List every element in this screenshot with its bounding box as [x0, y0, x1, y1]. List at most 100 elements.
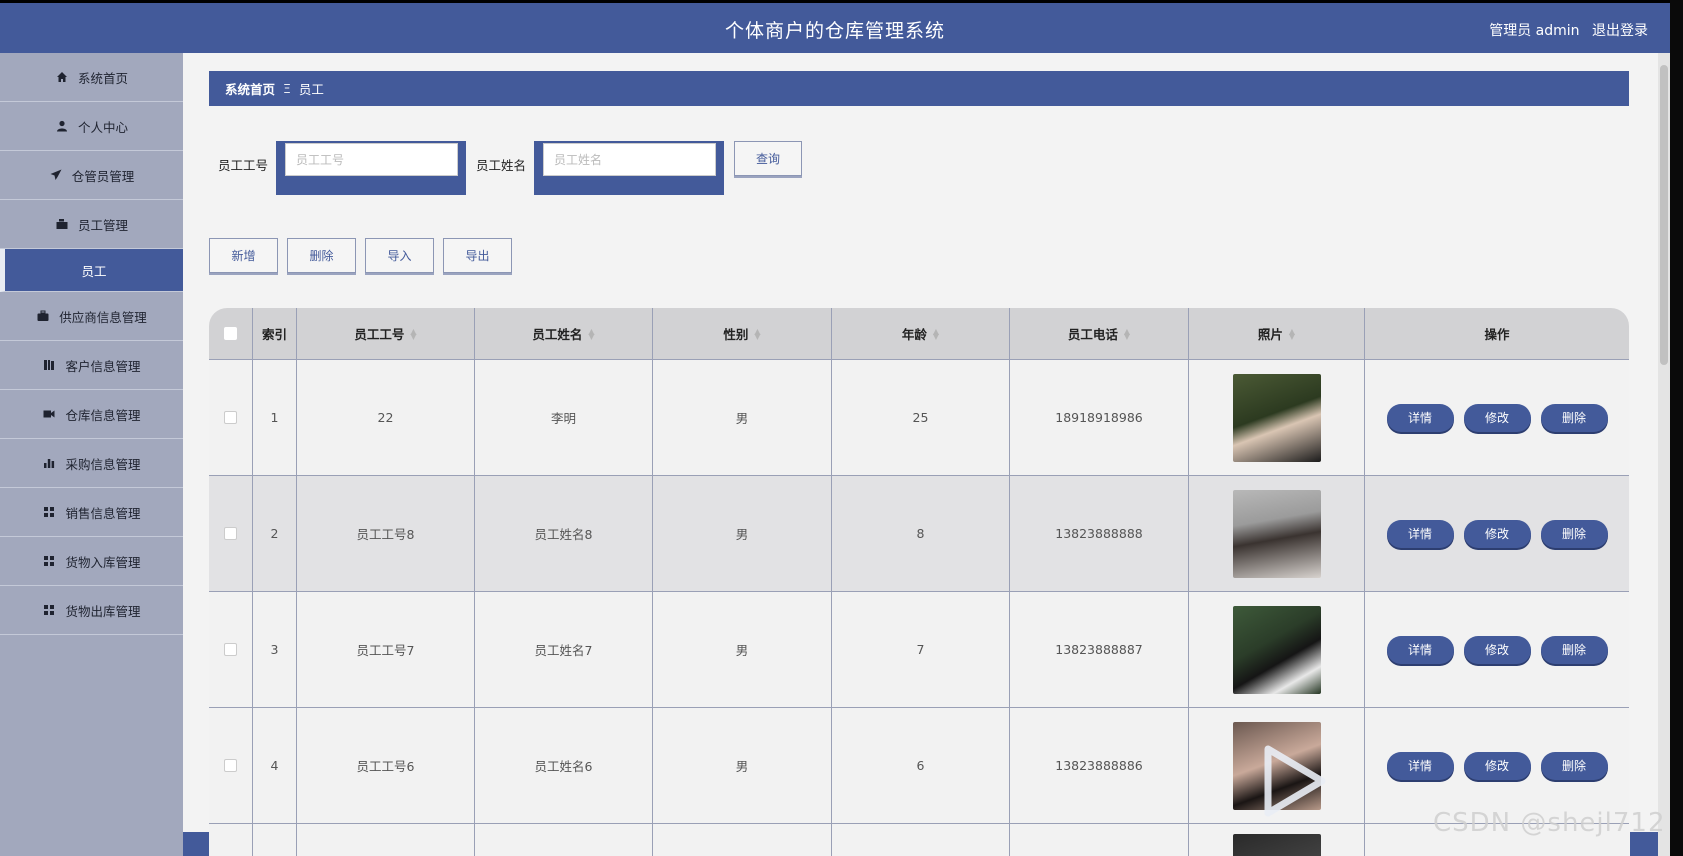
- bar-chart-icon: [42, 456, 56, 470]
- sort-icon[interactable]: ▲ ▼: [410, 327, 416, 340]
- sort-icon[interactable]: ▲ ▼: [1124, 327, 1130, 340]
- sidebar-item-label: 客户信息管理: [65, 358, 141, 374]
- row-delete-button[interactable]: 删除: [1540, 403, 1608, 432]
- delete-button[interactable]: 删除: [287, 238, 356, 273]
- col-name[interactable]: 员工姓名 ▲ ▼: [475, 308, 653, 359]
- cell-actions: 详情 修改 删除: [1365, 360, 1629, 475]
- row-checkbox[interactable]: [224, 411, 237, 424]
- cell-name: 员工姓名8: [475, 476, 653, 591]
- cell-index: 4: [253, 708, 297, 823]
- cell-name: [475, 824, 653, 856]
- cell-emp-no: 员工工号6: [297, 708, 475, 823]
- cell-emp-no: 员工工号8: [297, 476, 475, 591]
- sidebar-item-inbound[interactable]: 货物入库管理: [0, 537, 183, 586]
- sidebar-item-label: 仓管员管理: [71, 168, 135, 184]
- import-button[interactable]: 导入: [365, 238, 434, 273]
- edit-button[interactable]: 修改: [1463, 635, 1531, 664]
- cell-emp-no: 22: [297, 360, 475, 475]
- sidebar-item-warehouse[interactable]: 仓库信息管理: [0, 390, 183, 439]
- col-emp-no[interactable]: 员工工号 ▲ ▼: [297, 308, 475, 359]
- col-label: 年龄: [901, 327, 927, 342]
- vertical-scrollbar[interactable]: [1658, 53, 1670, 856]
- grid-icon: [42, 505, 56, 519]
- cell-index: [253, 824, 297, 856]
- employee-photo[interactable]: [1232, 373, 1321, 462]
- sidebar-item-keeper[interactable]: 仓管员管理: [0, 151, 183, 200]
- book-icon: [42, 358, 56, 372]
- row-checkbox[interactable]: [224, 527, 237, 540]
- sidebar-item-label: 供应商信息管理: [59, 309, 147, 325]
- table-header: 索引 员工工号 ▲ ▼ 员工姓名 ▲ ▼ 性别 ▲ ▼ 年龄 ▲ ▼ 员工电话 ▲ ▼ 照片 ▲ ▼ 操…: [209, 308, 1629, 359]
- breadcrumb-separator: Ξ: [283, 81, 291, 96]
- col-label: 员工电话: [1067, 327, 1118, 342]
- sort-icon[interactable]: ▲ ▼: [933, 327, 939, 340]
- edit-button[interactable]: 修改: [1463, 751, 1531, 780]
- cell-emp-no: [297, 824, 475, 856]
- sidebar-item-label: 员工管理: [77, 217, 128, 233]
- breadcrumb-current: 员工: [298, 82, 324, 97]
- detail-button[interactable]: 详情: [1386, 519, 1454, 548]
- cell-actions: 详情 修改 删除: [1365, 708, 1629, 823]
- row-delete-button[interactable]: 删除: [1540, 751, 1608, 780]
- table-row: 1 22 李明 男 25 18918918986 详情 修改 删除: [209, 359, 1629, 475]
- edit-button[interactable]: 修改: [1463, 519, 1531, 548]
- table-row: 2 员工工号8 员工姓名8 男 8 13823888888 详情 修改 删除: [209, 475, 1629, 591]
- cell-gender: 男: [653, 476, 832, 591]
- user-label: 管理员 admin: [1489, 23, 1580, 39]
- cell-index: 3: [253, 592, 297, 707]
- sort-icon[interactable]: ▲ ▼: [754, 327, 760, 340]
- sidebar-item-supplier[interactable]: 供应商信息管理: [0, 292, 183, 341]
- employee-table: 索引 员工工号 ▲ ▼ 员工姓名 ▲ ▼ 性别 ▲ ▼ 年龄 ▲ ▼ 员工电话 ▲ ▼ 照片 ▲ ▼ 操…: [209, 308, 1629, 856]
- detail-button[interactable]: 详情: [1386, 635, 1454, 664]
- emp-name-label: 员工姓名: [476, 158, 527, 173]
- row-checkbox[interactable]: [224, 643, 237, 656]
- sort-icon[interactable]: ▲ ▼: [1289, 327, 1295, 340]
- sidebar-item-employee-mgmt[interactable]: 员工管理: [0, 200, 183, 249]
- emp-no-label: 员工工号: [218, 158, 269, 173]
- cell-phone: 18918918986: [1010, 360, 1189, 475]
- query-button[interactable]: 查询: [734, 141, 803, 176]
- cell-phone: 13823888888: [1010, 476, 1189, 591]
- col-age[interactable]: 年龄 ▲ ▼: [832, 308, 1010, 359]
- col-phone[interactable]: 员工电话 ▲ ▼: [1010, 308, 1189, 359]
- cell-gender: 男: [653, 360, 832, 475]
- export-button[interactable]: 导出: [443, 238, 512, 273]
- sidebar-item-purchase[interactable]: 采购信息管理: [0, 439, 183, 488]
- employee-photo[interactable]: [1232, 605, 1321, 694]
- search-bar: 员工工号 员工姓名 查询: [209, 141, 803, 197]
- row-checkbox[interactable]: [224, 759, 237, 772]
- select-all-checkbox[interactable]: [224, 327, 237, 340]
- edit-button[interactable]: 修改: [1463, 403, 1531, 432]
- sidebar-item-outbound[interactable]: 货物出库管理: [0, 586, 183, 635]
- detail-button[interactable]: 详情: [1386, 403, 1454, 432]
- detail-button[interactable]: 详情: [1386, 751, 1454, 780]
- breadcrumb-home[interactable]: 系统首页: [225, 79, 275, 98]
- sidebar-item-profile[interactable]: 个人中心: [0, 102, 183, 151]
- row-delete-button[interactable]: 删除: [1540, 635, 1608, 664]
- sidebar-item-employee[interactable]: 员工: [0, 249, 183, 292]
- sidebar-item-home[interactable]: 系统首页: [0, 53, 183, 102]
- employee-photo[interactable]: [1232, 489, 1321, 578]
- cell-photo: [1189, 824, 1365, 856]
- employee-photo[interactable]: [1232, 834, 1321, 856]
- col-photo[interactable]: 照片 ▲ ▼: [1189, 308, 1365, 359]
- scrollbar-thumb[interactable]: [1660, 65, 1668, 365]
- sort-icon[interactable]: ▲ ▼: [588, 327, 594, 340]
- emp-name-input[interactable]: [543, 143, 717, 176]
- cell-gender: 男: [653, 592, 832, 707]
- emp-no-input[interactable]: [285, 143, 459, 176]
- col-label: 员工工号: [354, 327, 405, 342]
- row-delete-button[interactable]: 删除: [1540, 519, 1608, 548]
- logout-link[interactable]: 退出登录: [1592, 23, 1648, 39]
- sidebar-item-sales[interactable]: 销售信息管理: [0, 488, 183, 537]
- cell-age: [832, 824, 1010, 856]
- cell-phone: 13823888886: [1010, 708, 1189, 823]
- sidebar-item-customer[interactable]: 客户信息管理: [0, 341, 183, 390]
- send-icon: [49, 168, 63, 182]
- col-gender[interactable]: 性别 ▲ ▼: [653, 308, 832, 359]
- add-button[interactable]: 新增: [209, 238, 278, 273]
- col-label: 照片: [1257, 327, 1283, 342]
- sidebar-item-label: 货物出库管理: [65, 603, 141, 619]
- col-label: 性别: [723, 327, 749, 342]
- cell-phone: 13823888887: [1010, 592, 1189, 707]
